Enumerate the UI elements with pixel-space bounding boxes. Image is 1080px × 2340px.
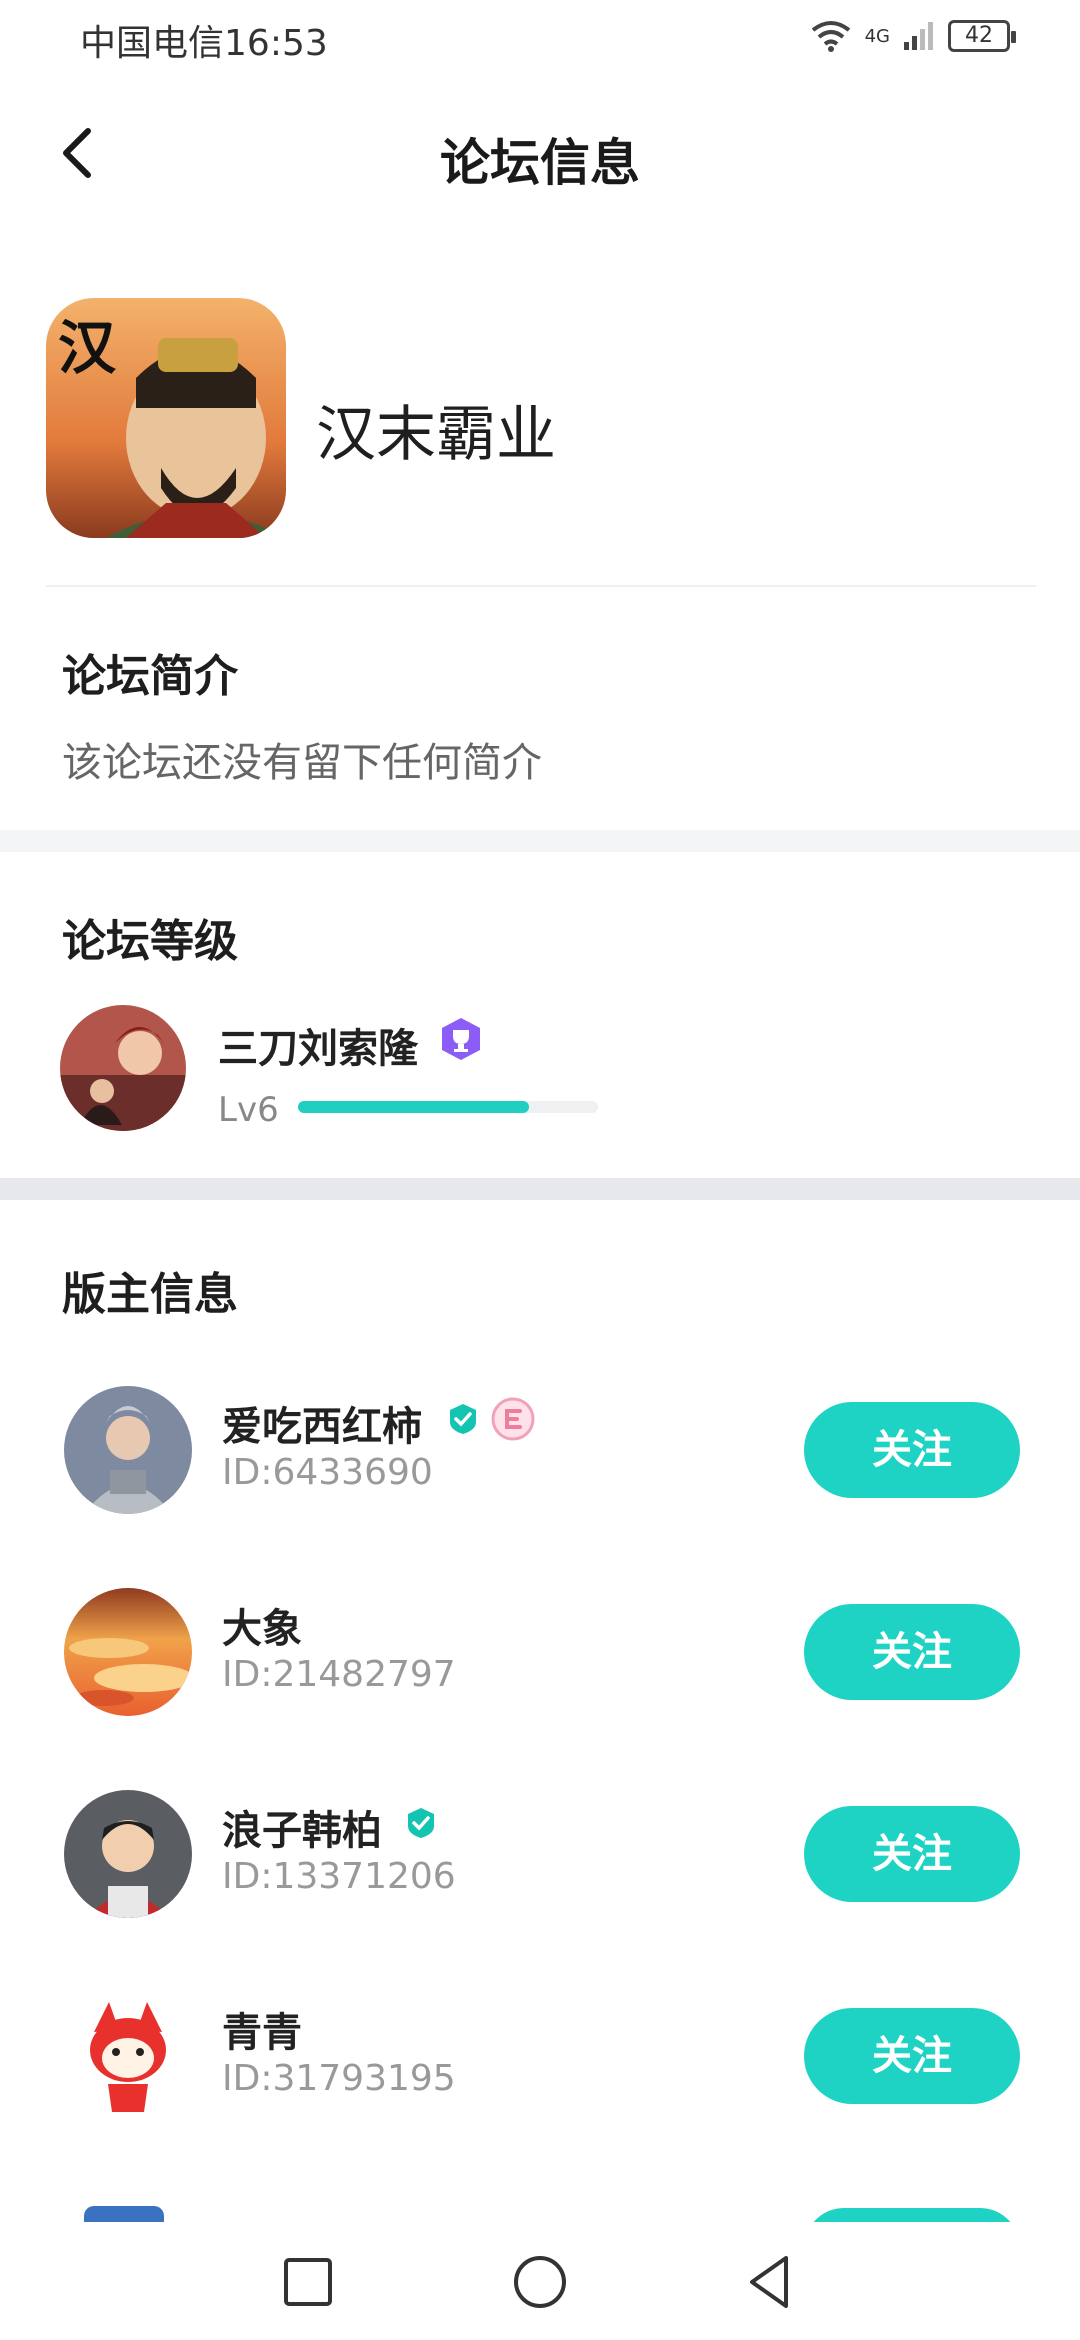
battery-icon: 42 xyxy=(948,20,1016,52)
forum-name: 汉末霸业 xyxy=(316,400,556,470)
moderator-name: 大象 xyxy=(222,1606,302,1652)
moderator-row: 爱吃西红柿 ID:6433690 关注 xyxy=(0,1386,1080,1556)
signal-icon xyxy=(904,22,933,50)
moderator-name: 爱吃西红柿 xyxy=(222,1404,422,1450)
moderator-id: ID:6433690 xyxy=(222,1452,433,1493)
trophy-badge-icon xyxy=(442,1018,480,1060)
clock: 16:53 xyxy=(224,23,328,64)
moderator-row: 浪子韩柏 ID:13371206 关注 xyxy=(0,1790,1080,1960)
moderator-id: ID:21482797 xyxy=(222,1654,456,1695)
status-icons: 4G 42 xyxy=(809,18,1016,54)
avatar-art xyxy=(60,1005,186,1131)
moderator-id: ID:31793195 xyxy=(222,2058,456,2099)
level-progress-bar xyxy=(298,1101,598,1113)
level-label: Lv6 xyxy=(218,1090,279,1130)
intro-title: 论坛简介 xyxy=(62,651,238,702)
triangle-back-icon[interactable] xyxy=(738,2250,802,2314)
forum-header: 汉 汉末霸业 xyxy=(46,298,1036,542)
follow-button[interactable]: 关注 xyxy=(804,1806,1020,1902)
level-user-name: 三刀刘索隆 xyxy=(218,1026,418,1072)
page-title: 论坛信息 xyxy=(440,134,640,192)
verified-icon xyxy=(408,1808,434,1838)
moderator-name: 青青 xyxy=(222,2010,302,2056)
forum-icon-art: 汉 xyxy=(46,298,286,538)
moderator-name: 浪子韩柏 xyxy=(222,1808,382,1854)
list-item-partial xyxy=(0,2200,1080,2222)
section-separator xyxy=(0,1178,1080,1200)
follow-button[interactable]: 关注 xyxy=(804,1604,1020,1700)
carrier-label: 中国电信 xyxy=(80,23,225,64)
moderator-row: 大象 ID:21482797 关注 xyxy=(0,1588,1080,1758)
circle-icon[interactable] xyxy=(508,2250,572,2314)
avatar-art xyxy=(64,1588,192,1716)
avatar-art xyxy=(64,1386,192,1514)
system-nav-bar xyxy=(0,2222,1080,2340)
section-separator xyxy=(0,830,1080,852)
avatar[interactable] xyxy=(60,1005,186,1131)
moderator-id: ID:13371206 xyxy=(222,1856,456,1897)
follow-button-partial xyxy=(804,2208,1020,2222)
forum-icon-char: 汉 xyxy=(58,314,117,382)
square-icon[interactable] xyxy=(276,2250,340,2314)
avatar-art xyxy=(64,1992,192,2120)
wifi-icon xyxy=(811,21,850,52)
network-label: 4G xyxy=(864,25,890,47)
level-progress-fill xyxy=(298,1101,529,1113)
avatar[interactable] xyxy=(64,1386,192,1514)
pink-e-badge-icon xyxy=(491,1397,535,1441)
avatar[interactable] xyxy=(64,1992,192,2120)
intro-text: 该论坛还没有留下任何简介 xyxy=(62,740,542,786)
battery-level: 42 xyxy=(965,23,993,48)
forum-icon: 汉 xyxy=(46,298,286,538)
avatar[interactable] xyxy=(64,1588,192,1716)
follow-button[interactable]: 关注 xyxy=(804,2008,1020,2104)
level-title: 论坛等级 xyxy=(62,916,238,967)
moderators-title: 版主信息 xyxy=(62,1269,238,1320)
divider xyxy=(46,585,1036,587)
carrier-time: 中国电信16:53 xyxy=(80,14,328,66)
verified-icon xyxy=(450,1404,476,1434)
status-bar: 中国电信16:53 4G 42 xyxy=(0,0,1080,75)
moderator-row: 青青 ID:31793195 关注 xyxy=(0,1992,1080,2162)
app-header: 论坛信息 xyxy=(0,75,1080,235)
avatar[interactable] xyxy=(64,1790,192,1918)
follow-button[interactable]: 关注 xyxy=(804,1402,1020,1498)
avatar xyxy=(84,2206,164,2222)
avatar-art xyxy=(64,1790,192,1918)
